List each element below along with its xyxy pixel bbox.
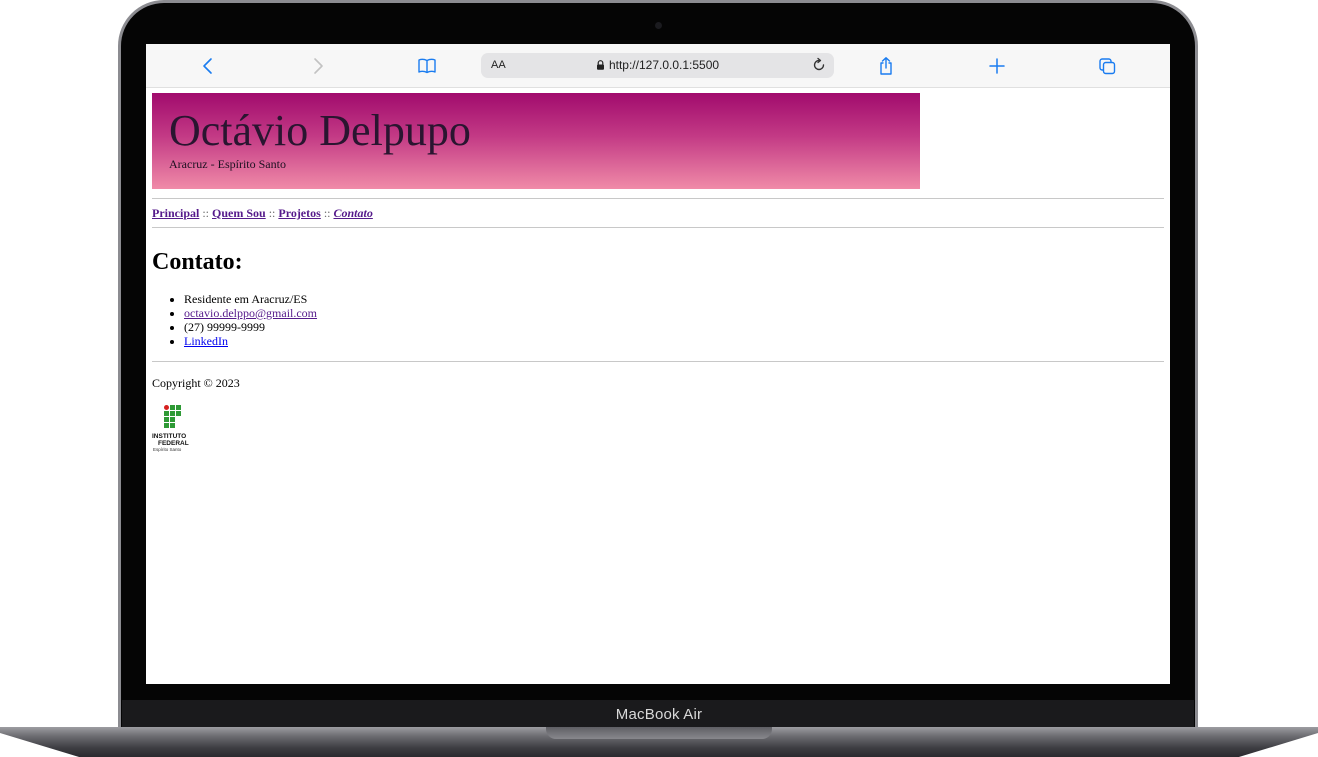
logo-square (176, 405, 181, 410)
contact-list: Residente em Aracruz/ES octavio.delppo@g… (152, 292, 1164, 348)
logo-text-state: Espírito Santo (153, 447, 182, 452)
share-button[interactable] (874, 54, 898, 78)
nav-link-principal[interactable]: Principal (152, 206, 199, 220)
laptop-notch (546, 727, 772, 739)
nav-separator: :: (202, 206, 210, 220)
browser-toolbar: AA http://127.0.0.1:5500 (146, 44, 1170, 88)
site-title: Octávio Delpupo (169, 106, 471, 155)
tabs-overview-button[interactable] (1095, 54, 1119, 78)
divider (152, 227, 1164, 228)
logo-text-federal: FEDERAL (158, 440, 189, 447)
logo-square (170, 411, 175, 416)
lock-icon (596, 60, 604, 70)
tabs-icon (1099, 58, 1116, 75)
plus-icon (989, 58, 1005, 74)
book-icon (418, 58, 436, 74)
reload-icon[interactable] (810, 56, 828, 74)
contact-email-link[interactable]: octavio.delppo@gmail.com (184, 306, 317, 320)
contact-linkedin-link[interactable]: LinkedIn (184, 334, 228, 348)
logo-square (170, 405, 175, 410)
nav-link-quem-sou[interactable]: Quem Sou (212, 206, 266, 220)
device-label: MacBook Air (615, 706, 703, 723)
back-button[interactable] (196, 54, 220, 78)
header-banner: Octávio Delpupo Aracruz - Espírito Santo (152, 93, 920, 189)
logo-square (176, 411, 181, 416)
ifes-logo: INSTITUTO FEDERAL Espírito Santo (152, 405, 196, 455)
contact-address: Residente em Aracruz/ES (184, 292, 1164, 306)
site-subtitle: Aracruz - Espírito Santo (169, 157, 286, 171)
nav-separator: :: (323, 206, 331, 220)
logo-square (170, 423, 175, 428)
contact-email-item: octavio.delppo@gmail.com (184, 306, 1164, 320)
nav-separator: :: (268, 206, 276, 220)
logo-square (164, 423, 169, 428)
chevron-right-icon (314, 58, 323, 74)
web-page: Octávio Delpupo Aracruz - Espírito Santo… (152, 93, 1164, 455)
camera-icon (655, 22, 662, 29)
forward-button[interactable] (306, 54, 330, 78)
site-nav: Principal:: Quem Sou:: Projetos:: Contato (152, 199, 1164, 227)
new-tab-button[interactable] (985, 54, 1009, 78)
section-title: Contato: (152, 249, 243, 275)
nav-link-contato[interactable]: Contato (333, 206, 372, 220)
logo-red-dot (164, 405, 169, 410)
logo-square (164, 417, 169, 422)
logo-text-instituto: INSTITUTO (152, 433, 187, 440)
contact-linkedin-item: LinkedIn (184, 334, 1164, 348)
address-bar[interactable]: AA http://127.0.0.1:5500 (481, 53, 834, 78)
url-text: http://127.0.0.1:5500 (608, 58, 720, 72)
chevron-left-icon (203, 58, 212, 74)
contact-phone: (27) 99999-9999 (184, 320, 1164, 334)
laptop-frame: MacBook Air AA http://127.0.0.1:5500 Oct… (0, 0, 1318, 757)
copyright-text: Copyright © 2023 (152, 376, 240, 390)
url-display[interactable]: http://127.0.0.1:5500 (481, 53, 834, 78)
share-icon (880, 57, 892, 75)
nav-link-projetos[interactable]: Projetos (278, 206, 320, 220)
logo-square (170, 417, 175, 422)
browser-screen: AA http://127.0.0.1:5500 Octávio Delpupo… (146, 44, 1170, 684)
bookmarks-button[interactable] (415, 54, 439, 78)
divider (152, 361, 1164, 362)
logo-square (164, 411, 169, 416)
